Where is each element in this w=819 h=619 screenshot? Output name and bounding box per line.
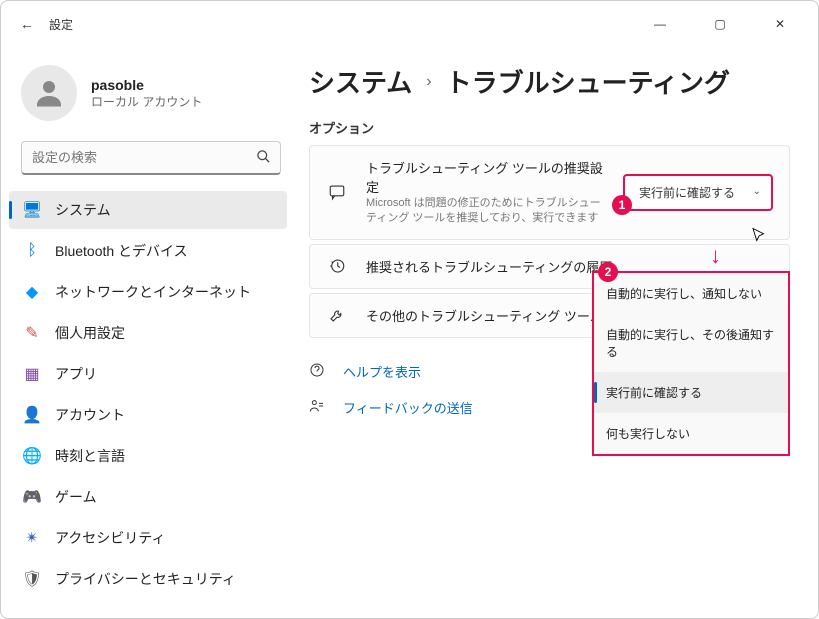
- sidebar-item-label: アプリ: [55, 364, 97, 384]
- sidebar: pasoble ローカル アカウント 🖥 システム ᛒ Bluetooth とデバイス…: [1, 47, 301, 618]
- sidebar-item-network[interactable]: ◆ ネットワークとインターネット: [9, 273, 287, 311]
- sidebar-item-time[interactable]: 🌐 時刻と言語: [9, 437, 287, 475]
- breadcrumb-page: トラブルシューティング: [446, 63, 730, 100]
- feedback-icon: [309, 398, 327, 418]
- cursor-icon: [750, 227, 768, 250]
- sidebar-item-label: アクセシビリティ: [55, 528, 165, 548]
- accessibility-icon: ✴: [23, 529, 41, 547]
- arrow-down-icon: ↓: [710, 243, 721, 269]
- history-icon: [326, 257, 348, 275]
- feedback-link[interactable]: フィードバックの送信: [343, 398, 473, 417]
- sidebar-item-label: システム: [55, 200, 111, 220]
- sidebar-item-gaming[interactable]: 🎮 ゲーム: [9, 478, 287, 516]
- card-subtitle: Microsoft は問題の修正のためにトラブルシューティング ツールを推奨して…: [366, 196, 605, 227]
- dropdown-menu[interactable]: 自動的に実行し、通知しない自動的に実行し、その後通知する実行前に確認する何も実行…: [592, 271, 790, 456]
- sidebar-item-accounts[interactable]: 👤 アカウント: [9, 396, 287, 434]
- window-title: 設定: [49, 16, 73, 33]
- main-panel: システム › トラブルシューティング オプション トラブルシューティング ツール…: [301, 47, 818, 618]
- sidebar-item-label: 時刻と言語: [55, 446, 125, 466]
- personalization-icon: ✎: [23, 324, 41, 342]
- time-icon: 🌐: [23, 447, 41, 465]
- sidebar-item-privacy[interactable]: 🛡 プライバシーとセキュリティ: [9, 560, 287, 598]
- sidebar-item-label: 個人用設定: [55, 323, 125, 343]
- sidebar-item-system[interactable]: 🖥 システム: [9, 191, 287, 229]
- window-controls: — ▢ ✕: [642, 17, 810, 31]
- user-block[interactable]: pasoble ローカル アカウント: [9, 61, 301, 137]
- search-icon: [256, 149, 271, 167]
- sidebar-item-label: ネットワークとインターネット: [55, 282, 251, 302]
- dropdown-value-text: 実行前に確認する: [639, 186, 735, 200]
- search-input[interactable]: [21, 141, 281, 175]
- back-button[interactable]: ←: [9, 6, 45, 42]
- breadcrumb-sep-icon: ›: [426, 73, 431, 91]
- apps-icon: ▦: [23, 365, 41, 383]
- menu-option[interactable]: 実行前に確認する: [594, 372, 788, 413]
- card-title: トラブルシューティング ツールの推奨設定: [366, 158, 605, 196]
- section-label: オプション: [309, 118, 790, 137]
- sidebar-item-label: アカウント: [55, 405, 125, 425]
- sidebar-item-label: Bluetooth とデバイス: [55, 241, 188, 261]
- card-recommended-settings: トラブルシューティング ツールの推奨設定 Microsoft は問題の修正のため…: [309, 145, 790, 240]
- system-icon: 🖥: [23, 201, 41, 219]
- sidebar-item-bluetooth[interactable]: ᛒ Bluetooth とデバイス: [9, 232, 287, 270]
- user-info: pasoble ローカル アカウント: [91, 77, 202, 110]
- sidebar-item-apps[interactable]: ▦ アプリ: [9, 355, 287, 393]
- user-name: pasoble: [91, 77, 202, 93]
- minimize-button[interactable]: —: [642, 17, 678, 31]
- menu-option[interactable]: 何も実行しない: [594, 413, 788, 454]
- sidebar-item-label: プライバシーとセキュリティ: [55, 569, 236, 589]
- wrench-icon: [326, 306, 348, 324]
- sidebar-item-accessibility[interactable]: ✴ アクセシビリティ: [9, 519, 287, 557]
- user-subtitle: ローカル アカウント: [91, 93, 202, 110]
- avatar: [21, 65, 77, 121]
- privacy-icon: 🛡: [23, 570, 41, 588]
- search-box[interactable]: [21, 141, 281, 175]
- menu-option[interactable]: 自動的に実行し、通知しない: [594, 273, 788, 314]
- nav-list: 🖥 システム ᛒ Bluetooth とデバイス ◆ ネットワークとインターネット ✎ 個人用…: [9, 191, 301, 598]
- help-link[interactable]: ヘルプを表示: [343, 362, 421, 381]
- callout-badge-1: 1: [612, 195, 632, 215]
- chat-icon: [326, 183, 348, 201]
- help-icon: [309, 362, 327, 382]
- accounts-icon: 👤: [23, 406, 41, 424]
- menu-option[interactable]: 自動的に実行し、その後通知する: [594, 314, 788, 372]
- network-icon: ◆: [23, 283, 41, 301]
- close-button[interactable]: ✕: [762, 17, 798, 31]
- maximize-button[interactable]: ▢: [702, 17, 738, 31]
- bluetooth-icon: ᛒ: [23, 242, 41, 260]
- gaming-icon: 🎮: [23, 488, 41, 506]
- chevron-down-icon: ⌄: [753, 186, 761, 197]
- breadcrumb: システム › トラブルシューティング: [309, 63, 790, 100]
- titlebar: ← 設定 — ▢ ✕: [1, 1, 818, 47]
- callout-badge-2: 2: [598, 262, 618, 282]
- sidebar-item-personalization[interactable]: ✎ 個人用設定: [9, 314, 287, 352]
- recommended-dropdown[interactable]: 実行前に確認する ⌄: [623, 174, 773, 211]
- sidebar-item-label: ゲーム: [55, 487, 97, 507]
- breadcrumb-root[interactable]: システム: [309, 63, 412, 100]
